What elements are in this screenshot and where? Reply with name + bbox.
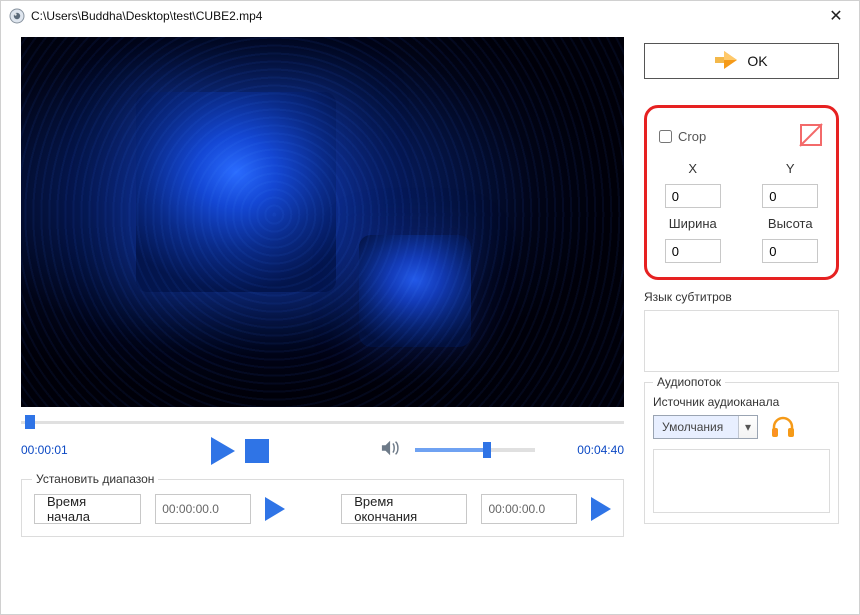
window: C:\Users\Buddha\Desktop\test\CUBE2.mp4 ✕… (0, 0, 860, 615)
video-preview[interactable] (21, 37, 624, 407)
seek-thumb[interactable] (25, 415, 35, 429)
audio-group-label: Аудиопоток (653, 375, 725, 389)
window-title: C:\Users\Buddha\Desktop\test\CUBE2.mp4 (31, 9, 262, 23)
crop-checkbox[interactable]: Crop (659, 129, 706, 144)
start-time-value[interactable]: 00:00:00.0 (155, 494, 251, 524)
volume-icon[interactable] (381, 439, 401, 460)
crop-checkbox-input[interactable] (659, 130, 672, 143)
chevron-down-icon[interactable]: ▾ (738, 416, 757, 438)
crop-y-input[interactable] (762, 184, 818, 208)
arrow-right-icon (715, 51, 737, 72)
crop-icon[interactable] (798, 122, 824, 151)
audio-source-selected: Умолчания (654, 416, 738, 438)
transport-bar: 00:00:01 (21, 435, 624, 465)
subtitles-label: Язык субтитров (644, 290, 839, 304)
crop-width-label: Ширина (659, 216, 727, 231)
crop-height-label: Высота (757, 216, 825, 231)
go-start-button[interactable] (265, 497, 285, 521)
go-end-button[interactable] (591, 497, 611, 521)
titlebar: C:\Users\Buddha\Desktop\test\CUBE2.mp4 ✕ (1, 1, 859, 31)
volume-thumb[interactable] (483, 442, 491, 458)
crop-checkbox-label: Crop (678, 129, 706, 144)
app-icon (9, 8, 25, 24)
right-pane: OK Crop X Y (644, 37, 839, 594)
crop-y-label: Y (757, 161, 825, 176)
time-current: 00:00:01 (21, 443, 68, 457)
stop-button[interactable] (245, 439, 269, 463)
time-total: 00:04:40 (577, 443, 624, 457)
range-group-label: Установить диапазон (32, 472, 158, 486)
play-button[interactable] (211, 437, 235, 465)
seek-bar[interactable] (21, 415, 624, 429)
left-pane: 00:00:01 (21, 37, 624, 594)
ok-button-label: OK (747, 53, 767, 69)
crop-height-input[interactable] (762, 239, 818, 263)
headphones-icon[interactable] (770, 415, 796, 439)
audio-group: Аудиопоток Источник аудиоканала Умолчани… (644, 382, 839, 524)
end-time-value[interactable]: 00:00:00.0 (481, 494, 577, 524)
start-time-button[interactable]: Время начала (34, 494, 141, 524)
crop-width-input[interactable] (665, 239, 721, 263)
subtitles-list[interactable] (644, 310, 839, 372)
volume-slider[interactable] (415, 448, 535, 452)
crop-panel: Crop X Y Ширина Высота (644, 105, 839, 280)
end-time-button[interactable]: Время окончания (341, 494, 467, 524)
crop-x-input[interactable] (665, 184, 721, 208)
crop-x-label: X (659, 161, 727, 176)
audio-source-combo[interactable]: Умолчания ▾ (653, 415, 758, 439)
audio-source-label: Источник аудиоканала (653, 395, 830, 409)
close-button[interactable]: ✕ (821, 6, 851, 26)
audio-list[interactable] (653, 449, 830, 513)
ok-button[interactable]: OK (644, 43, 839, 79)
range-group: Установить диапазон Время начала 00:00:0… (21, 479, 624, 537)
